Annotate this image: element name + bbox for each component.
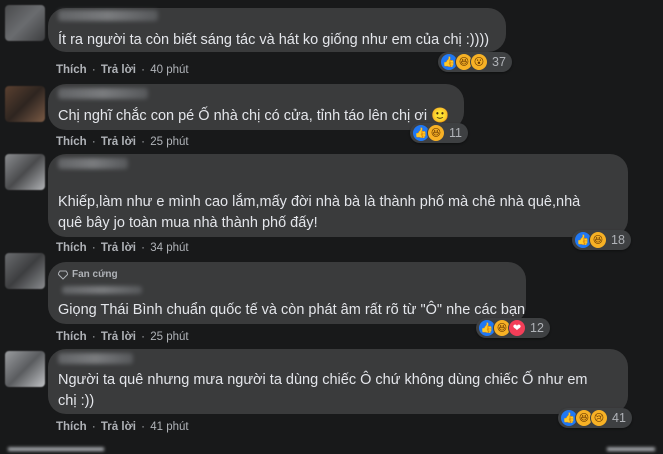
comment-text: Khiếp,làm như e mình cao lắm,mấy đời nhà… [58, 194, 581, 210]
comment-text: Giọng Thái Bình chuẩn quốc tế và còn phá… [58, 302, 526, 318]
commenter-name[interactable] [58, 88, 148, 99]
avatar[interactable] [5, 253, 45, 289]
avatar[interactable] [5, 351, 45, 387]
comment-bubble: Khiếp,làm như e mình cao lắm,mấy đời nhà… [48, 154, 628, 237]
love-icon: ❤ [508, 319, 526, 337]
view-more-link[interactable]: ▬▬▬▬▬▬▬▬ [8, 440, 104, 454]
like-action[interactable]: Thích [56, 242, 87, 254]
commenter-name[interactable] [62, 286, 142, 294]
avatar[interactable] [5, 5, 45, 41]
comment-actions: Thích · Trả lời · 34 phút [56, 242, 189, 254]
avatar[interactable] [5, 86, 45, 122]
comment-text: Ít ra người ta còn biết sáng tác và hát … [58, 32, 490, 48]
separator: · [141, 242, 145, 254]
comment-text: quê bây jo toàn mua nhà thành phố đấy! [58, 215, 318, 231]
commenter-name[interactable] [58, 158, 128, 169]
comment-bubble: Người ta quê nhưng mưa người ta dùng chi… [48, 349, 628, 414]
comment-text: chị :)) [58, 393, 95, 409]
reaction-summary[interactable]: 👍 😆 ❤ 12 [476, 318, 550, 338]
fan-badge-label: Fan cứng [72, 269, 118, 280]
fan-badge: Fan cứng [58, 269, 118, 280]
reply-action[interactable]: Trả lời [101, 136, 136, 148]
like-action[interactable]: Thích [56, 421, 87, 433]
wow-icon: 😮 [470, 53, 488, 71]
reaction-count: 41 [612, 411, 626, 425]
separator: · [141, 64, 145, 76]
comment-counter: ▬▬▬▬ [607, 440, 655, 454]
separator: · [91, 64, 96, 76]
commenter-name[interactable] [58, 10, 158, 21]
comment-time[interactable]: 34 phút [150, 242, 188, 254]
reply-action[interactable]: Trả lời [101, 64, 136, 76]
reaction-count: 11 [449, 126, 462, 140]
separator: · [141, 421, 145, 433]
comment-text: Người ta quê nhưng mưa người ta dùng chi… [58, 372, 588, 388]
reply-action[interactable]: Trả lời [101, 331, 136, 343]
comment-bubble: Ít ra người ta còn biết sáng tác và hát … [48, 8, 506, 52]
reply-action[interactable]: Trả lời [101, 421, 136, 433]
like-action[interactable]: Thích [56, 136, 87, 148]
comment-actions: Thích · Trả lời · 41 phút [56, 421, 189, 433]
commenter-name[interactable] [58, 353, 133, 364]
reaction-summary[interactable]: 👍 😆 11 [410, 123, 468, 143]
comment-bubble: Fan cứng Giọng Thái Bình chuẩn quốc tế v… [48, 262, 526, 324]
reaction-summary[interactable]: 👍 😆 😮 37 [438, 52, 512, 72]
reaction-count: 18 [611, 233, 625, 247]
reaction-count: 37 [492, 55, 506, 69]
comment-actions: Thích · Trả lời · 25 phút [56, 136, 189, 148]
reply-action[interactable]: Trả lời [101, 242, 136, 254]
separator: · [91, 242, 96, 254]
like-action[interactable]: Thích [56, 64, 87, 76]
view-more-comments[interactable]: ▬▬▬▬▬▬▬▬ ▬▬▬▬ [8, 440, 655, 454]
reaction-count: 12 [530, 321, 544, 335]
like-action[interactable]: Thích [56, 331, 87, 343]
comment-actions: Thích · Trả lời · 25 phút [56, 331, 189, 343]
haha-icon: 😆 [427, 124, 445, 142]
comment-time[interactable]: 40 phút [150, 64, 188, 76]
sad-icon: 😢 [590, 409, 608, 427]
comment-time[interactable]: 25 phút [150, 136, 188, 148]
reaction-summary[interactable]: 👍 😆 😢 41 [558, 408, 632, 428]
separator: · [141, 331, 145, 343]
diamond-icon [58, 270, 68, 280]
separator: · [91, 421, 96, 433]
avatar[interactable] [5, 154, 45, 190]
comment-actions: Thích · Trả lời · 40 phút [56, 64, 189, 76]
haha-icon: 😆 [589, 231, 607, 249]
comment-bubble: Chị nghĩ chắc con pé Ố nhà chị có cửa, t… [48, 84, 464, 130]
reaction-summary[interactable]: 👍 😆 18 [572, 230, 631, 250]
separator: · [91, 136, 96, 148]
comment-time[interactable]: 41 phút [150, 421, 188, 433]
comment-time[interactable]: 25 phút [150, 331, 188, 343]
comment-text: Chị nghĩ chắc con pé Ố nhà chị có cửa, t… [58, 108, 450, 124]
separator: · [91, 331, 96, 343]
separator: · [141, 136, 145, 148]
